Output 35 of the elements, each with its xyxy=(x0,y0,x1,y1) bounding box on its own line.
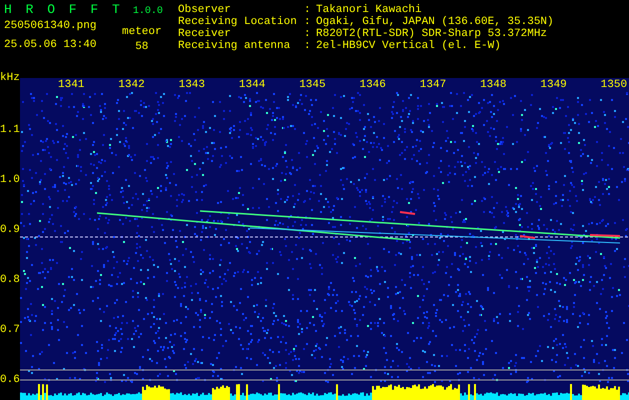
meteor-count: 58 xyxy=(135,41,148,53)
info-value: Takanori Kawachi xyxy=(316,4,422,16)
info-label: Receiver xyxy=(178,28,232,40)
info-value: 2el-HB9CV Vertical (el. E-W) xyxy=(316,40,501,52)
axis-tick-label: 1.0 xyxy=(0,174,20,186)
axis-tick-label: 1348 xyxy=(480,79,508,92)
info-separator: : xyxy=(304,16,312,28)
axis-tick-label: 1342 xyxy=(118,79,146,92)
axis-tick-label: 1347 xyxy=(420,79,448,92)
axis-tick-label: 1345 xyxy=(299,79,327,92)
info-label: Receiving Location xyxy=(178,16,298,28)
axis-tick-label: 0.9 xyxy=(0,224,20,236)
info-separator: : xyxy=(304,4,312,16)
axis-tick-label: 1346 xyxy=(359,79,387,92)
version-label: 1.0.0 xyxy=(132,6,163,18)
info-separator: : xyxy=(304,28,312,40)
info-value: Ogaki, Gifu, JAPAN (136.60E, 35.35N) xyxy=(316,16,554,28)
axis-tick-label: 1341 xyxy=(58,79,86,92)
file-name: 2505061340.png xyxy=(4,20,98,32)
axis-tick-label: 1344 xyxy=(238,79,266,92)
info-separator: : xyxy=(304,40,312,52)
app-title: H R O F F T xyxy=(4,2,123,18)
info-label: Receiving antenna xyxy=(178,40,292,52)
axis-tick-label: 1343 xyxy=(178,79,206,92)
unit-label: kHz xyxy=(0,72,20,84)
axis-tick-label: 1350 xyxy=(600,79,628,92)
counter-label: meteor xyxy=(122,26,162,38)
axis-tick-label: 0.8 xyxy=(0,274,20,286)
axis-tick-label: 1349 xyxy=(540,79,568,92)
axis-tick-label: 0.7 xyxy=(0,324,20,336)
info-value: R820T2(RTL-SDR) SDR-Sharp 53.372MHz xyxy=(316,28,548,40)
axis-tick-label: 1.1 xyxy=(0,124,20,136)
axis-tick-label: 0.6 xyxy=(0,374,20,386)
date-time: 25.05.06 13:40 xyxy=(4,39,98,51)
info-label: Observer xyxy=(178,4,232,16)
